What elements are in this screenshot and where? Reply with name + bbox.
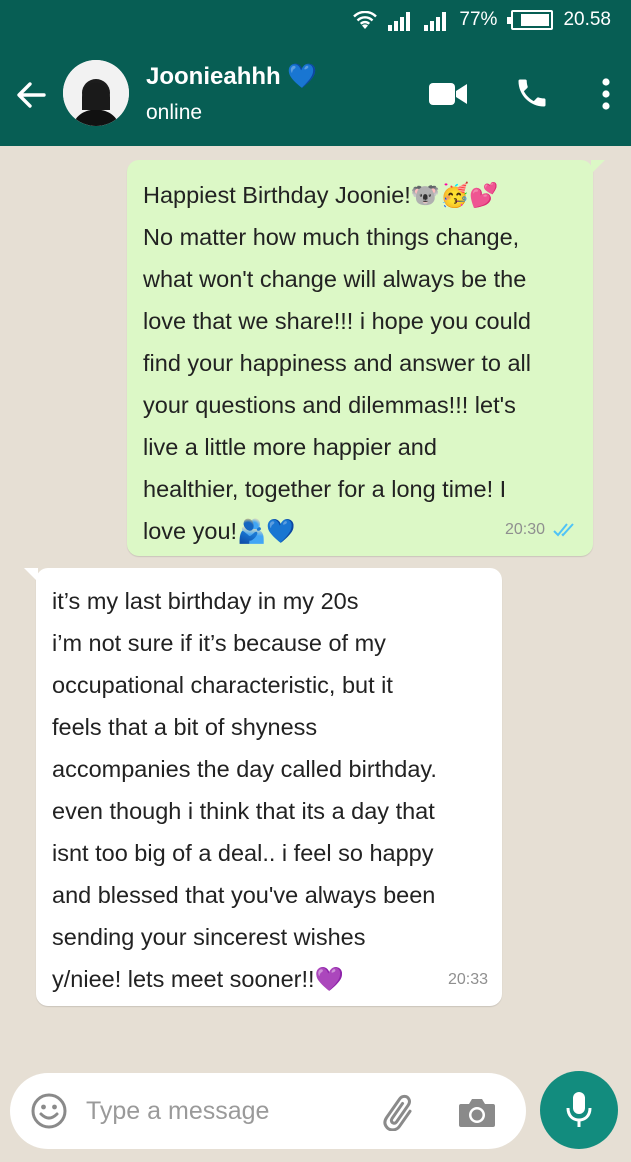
chat-area[interactable]: Happiest Birthday Joonie!🐨🥳💕 No matter h… [0,146,631,1162]
message-line: accompanies the day called birthday. [52,756,437,782]
message-line: even though i think that its a day that [52,798,435,824]
back-arrow-icon [17,82,46,108]
message-line: i’m not sure if it’s because of my [52,630,386,656]
attach-button[interactable] [380,1093,420,1132]
message-meta: 20:30 [505,520,579,540]
message-line: love that we share!!! i hope you could [143,308,531,334]
message-line: it’s my last birthday in my 20s [52,588,359,614]
voice-call-button[interactable] [514,75,550,111]
incoming-message[interactable]: it’s my last birthday in my 20s i’m not … [24,568,502,1006]
double-check-icon [553,523,574,537]
message-line: sending your sincerest wishes [52,924,366,950]
signal-icon [387,9,413,31]
contact-name[interactable]: Joonieahhh 💙 [146,62,317,91]
camera-button[interactable] [457,1094,497,1130]
outgoing-message[interactable]: Happiest Birthday Joonie!🐨🥳💕 No matter h… [127,160,605,556]
message-line: feels that a bit of shyness [52,714,318,740]
message-line: y/niee! lets meet sooner!!💜 [52,966,344,992]
video-call-button[interactable] [428,80,468,108]
message-composer [10,1073,526,1149]
microphone-icon [566,1092,592,1127]
emoji-icon [31,1093,67,1129]
more-options-button[interactable] [596,74,616,114]
wifi-icon [353,9,378,31]
message-line: live a little more happier and [143,434,437,460]
more-vert-icon [602,78,610,110]
phone-icon [518,79,546,107]
message-line: find your happiness and answer to all [143,350,531,376]
back-button[interactable] [14,78,48,112]
chat-header: Joonieahhh 💙 online [0,40,631,146]
message-line: your questions and dilemmas!!! let's [143,392,516,418]
message-line: what won't change will always be the [143,266,527,292]
message-line: and blessed that you've always been [52,882,436,908]
message-time: 20:30 [504,521,545,538]
video-call-icon [429,83,467,105]
message-line: isnt too big of a deal.. i feel so happy [52,840,434,866]
voice-message-button[interactable] [540,1071,618,1149]
message-line: No matter how much things change, [143,224,520,250]
message-input[interactable] [86,1091,366,1131]
message-line: healthier, together for a long time! I [143,476,507,502]
clock: 20.58 [563,9,611,30]
message-line: occupational characteristic, but it [52,672,393,698]
message-line: Happiest Birthday Joonie!🐨🥳💕 [143,182,499,208]
avatar[interactable] [63,60,129,126]
camera-icon [459,1099,495,1127]
emoji-button[interactable] [30,1092,68,1130]
paperclip-icon [383,1094,412,1132]
contact-status: online [146,101,203,124]
signal-icon-2 [423,9,449,31]
message-meta: 20:33 [448,970,488,990]
status-bar: 77% 20.58 [0,0,631,40]
battery-icon [507,10,554,30]
battery-percent: 77% [459,9,498,30]
message-time: 20:33 [447,971,488,988]
